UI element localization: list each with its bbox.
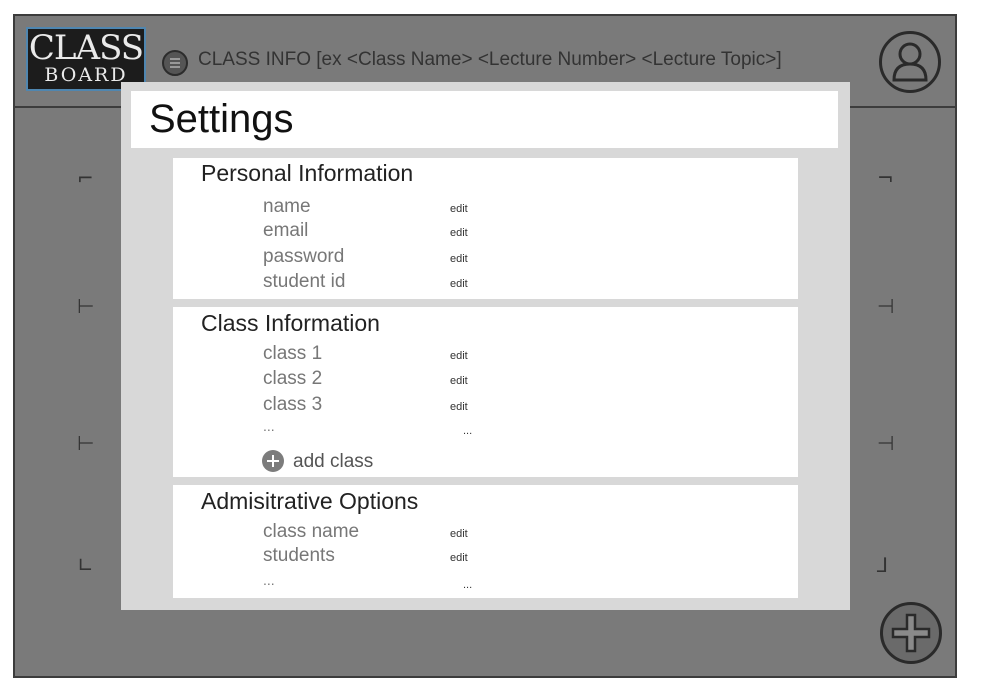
user-avatar-icon[interactable] bbox=[879, 31, 941, 93]
admin-options-title: Admisitrative Options bbox=[201, 488, 419, 514]
class-info-section: Class Information class 1 edit class 2 e… bbox=[173, 307, 798, 477]
edit-students-link[interactable]: edit bbox=[450, 552, 468, 564]
edit-name-link[interactable]: edit bbox=[450, 203, 468, 215]
edit-class-2-link[interactable]: edit bbox=[450, 375, 468, 387]
corner-mark-bottom-right: ⅃ bbox=[877, 553, 889, 577]
class-info-section-title: Class Information bbox=[201, 310, 380, 336]
plus-circle-icon[interactable] bbox=[262, 450, 284, 472]
admin-field-students: students bbox=[263, 545, 335, 566]
edit-email-link[interactable]: edit bbox=[450, 227, 468, 239]
personal-info-title: Personal Information bbox=[201, 160, 414, 186]
logo-line-1: CLASS bbox=[28, 28, 144, 68]
class-item-2: class 2 bbox=[263, 368, 323, 389]
edit-student-id-link[interactable]: edit bbox=[450, 278, 468, 290]
corner-mark-top-right: ¬ bbox=[877, 166, 894, 190]
admin-more-action: ... bbox=[463, 579, 473, 591]
edge-mark-right-2: ⊣ bbox=[877, 431, 895, 455]
edit-password-link[interactable]: edit bbox=[450, 253, 468, 265]
class-item-3: class 3 bbox=[263, 394, 323, 415]
field-label-student-id: student id bbox=[263, 271, 346, 292]
admin-options-section: Admisitrative Options class name edit st… bbox=[173, 485, 798, 598]
field-label-name: name bbox=[263, 196, 311, 217]
settings-header: Settings bbox=[131, 91, 838, 148]
settings-title: Settings bbox=[149, 97, 294, 141]
corner-mark-bottom-left: ∟ bbox=[77, 553, 94, 577]
edit-class-1-link[interactable]: edit bbox=[450, 350, 468, 362]
class-info-title: CLASS INFO [ex <Class Name> <Lecture Num… bbox=[198, 49, 782, 70]
admin-field-more: ... bbox=[263, 572, 275, 588]
add-class-button[interactable]: add class bbox=[293, 451, 373, 473]
corner-mark-top-left: ⌐ bbox=[77, 166, 94, 190]
edge-mark-left-1: ⊢ bbox=[77, 294, 95, 318]
class-more-action: ... bbox=[463, 425, 473, 437]
plus-icon bbox=[891, 613, 931, 653]
field-label-password: password bbox=[263, 246, 345, 267]
edit-class-3-link[interactable]: edit bbox=[450, 401, 468, 413]
field-label-email: email bbox=[263, 220, 309, 241]
class-item-more: ... bbox=[263, 418, 275, 434]
class-item-1: class 1 bbox=[263, 343, 323, 364]
edge-mark-left-2: ⊢ bbox=[77, 431, 95, 455]
edit-class-name-link[interactable]: edit bbox=[450, 528, 468, 540]
settings-modal: Settings Personal Information name edit … bbox=[121, 82, 850, 610]
menu-icon[interactable] bbox=[162, 50, 188, 76]
edge-mark-right-1: ⊣ bbox=[877, 294, 895, 318]
add-button[interactable] bbox=[880, 602, 942, 664]
personal-info-section: Personal Information name edit email edi… bbox=[173, 158, 798, 299]
admin-field-class-name: class name bbox=[263, 521, 360, 542]
